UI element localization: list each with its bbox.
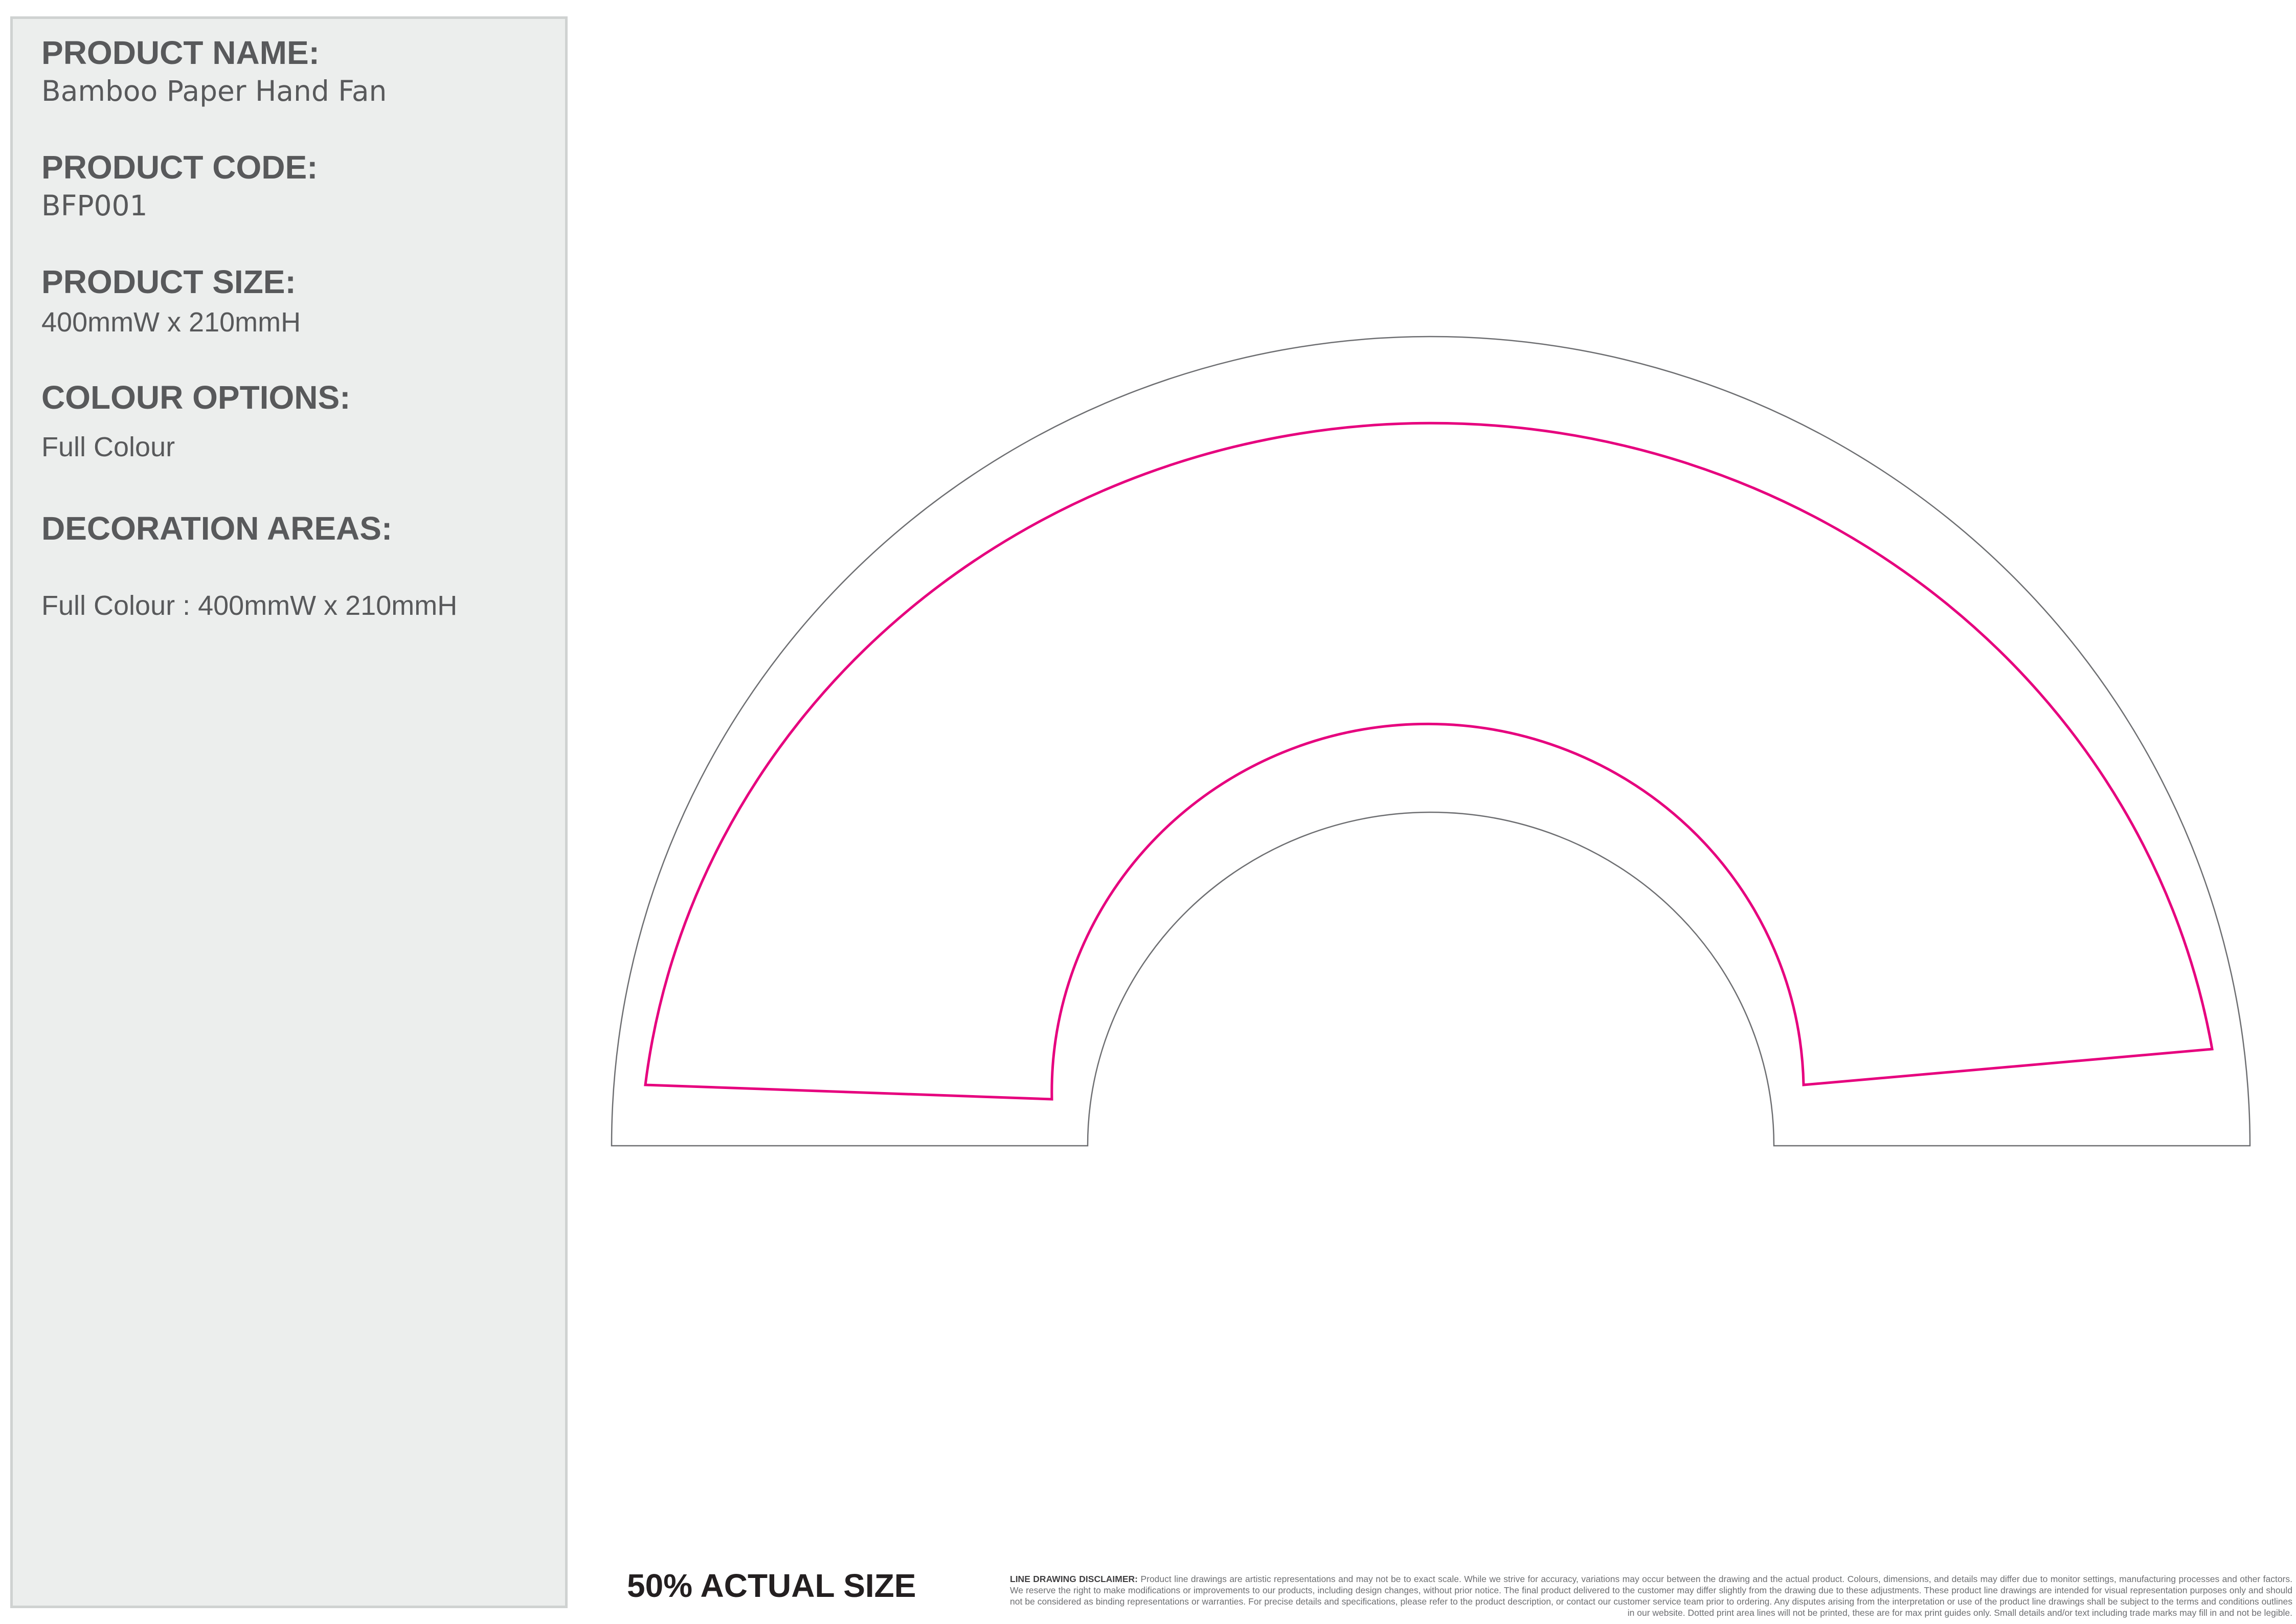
disclaimer-title: LINE DRAWING DISCLAIMER: bbox=[1010, 1574, 1138, 1584]
print-area-outline bbox=[644, 421, 2214, 1101]
fan-line-drawing bbox=[611, 336, 2251, 1147]
disclaimer: LINE DRAWING DISCLAIMER: Product line dr… bbox=[1010, 1573, 2292, 1618]
disclaimer-text: Product line drawings are artistic repre… bbox=[1010, 1574, 2292, 1618]
scale-label: 50% ACTUAL SIZE bbox=[627, 1567, 916, 1604]
fan-outline bbox=[611, 336, 2251, 1147]
